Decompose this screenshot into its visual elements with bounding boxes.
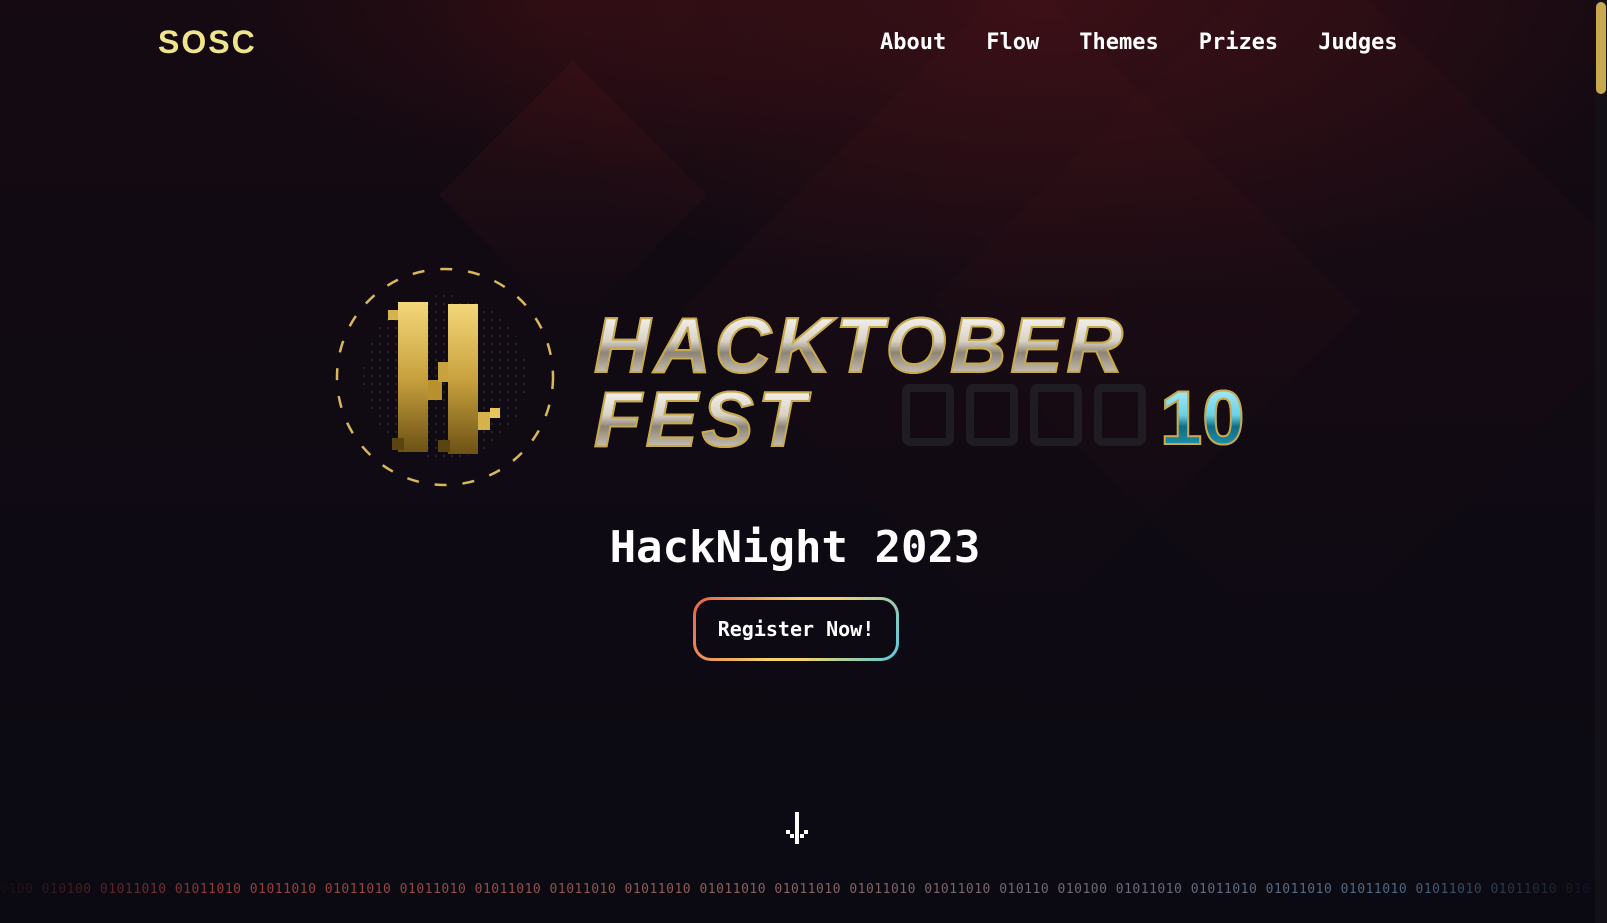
- placeholder-digit: [1094, 384, 1146, 446]
- nav-link-themes[interactable]: Themes: [1079, 30, 1158, 55]
- hero-title-line1: HACKTOBER: [593, 301, 1127, 389]
- hero-subtitle: HackNight 2023: [609, 522, 981, 573]
- hero-title-number: 10: [1159, 376, 1246, 461]
- scrollbar-thumb[interactable]: [1596, 2, 1606, 94]
- placeholder-digit: [902, 384, 954, 446]
- nav-link-judges[interactable]: Judges: [1318, 30, 1397, 55]
- register-button-label: Register Now!: [696, 600, 896, 658]
- arrow-down-icon[interactable]: [782, 812, 812, 846]
- site-logo[interactable]: SOSC: [158, 24, 257, 61]
- nav-link-about[interactable]: About: [880, 30, 946, 55]
- nav-link-prizes[interactable]: Prizes: [1199, 30, 1278, 55]
- scrollbar[interactable]: [1595, 0, 1607, 923]
- register-button[interactable]: Register Now!: [693, 597, 899, 661]
- binary-ticker: 0100 010100 01011010 01011010 01011010 0…: [0, 882, 1590, 897]
- hero-title-line2: FEST: [593, 375, 810, 463]
- placeholder-digit: [966, 384, 1018, 446]
- main-nav: About Flow Themes Prizes Judges: [880, 30, 1398, 55]
- hero-title-placeholder-digits: [902, 384, 1146, 446]
- hacktoberfest-pixel-h-icon: [335, 267, 555, 487]
- placeholder-digit: [1030, 384, 1082, 446]
- nav-link-flow[interactable]: Flow: [986, 30, 1039, 55]
